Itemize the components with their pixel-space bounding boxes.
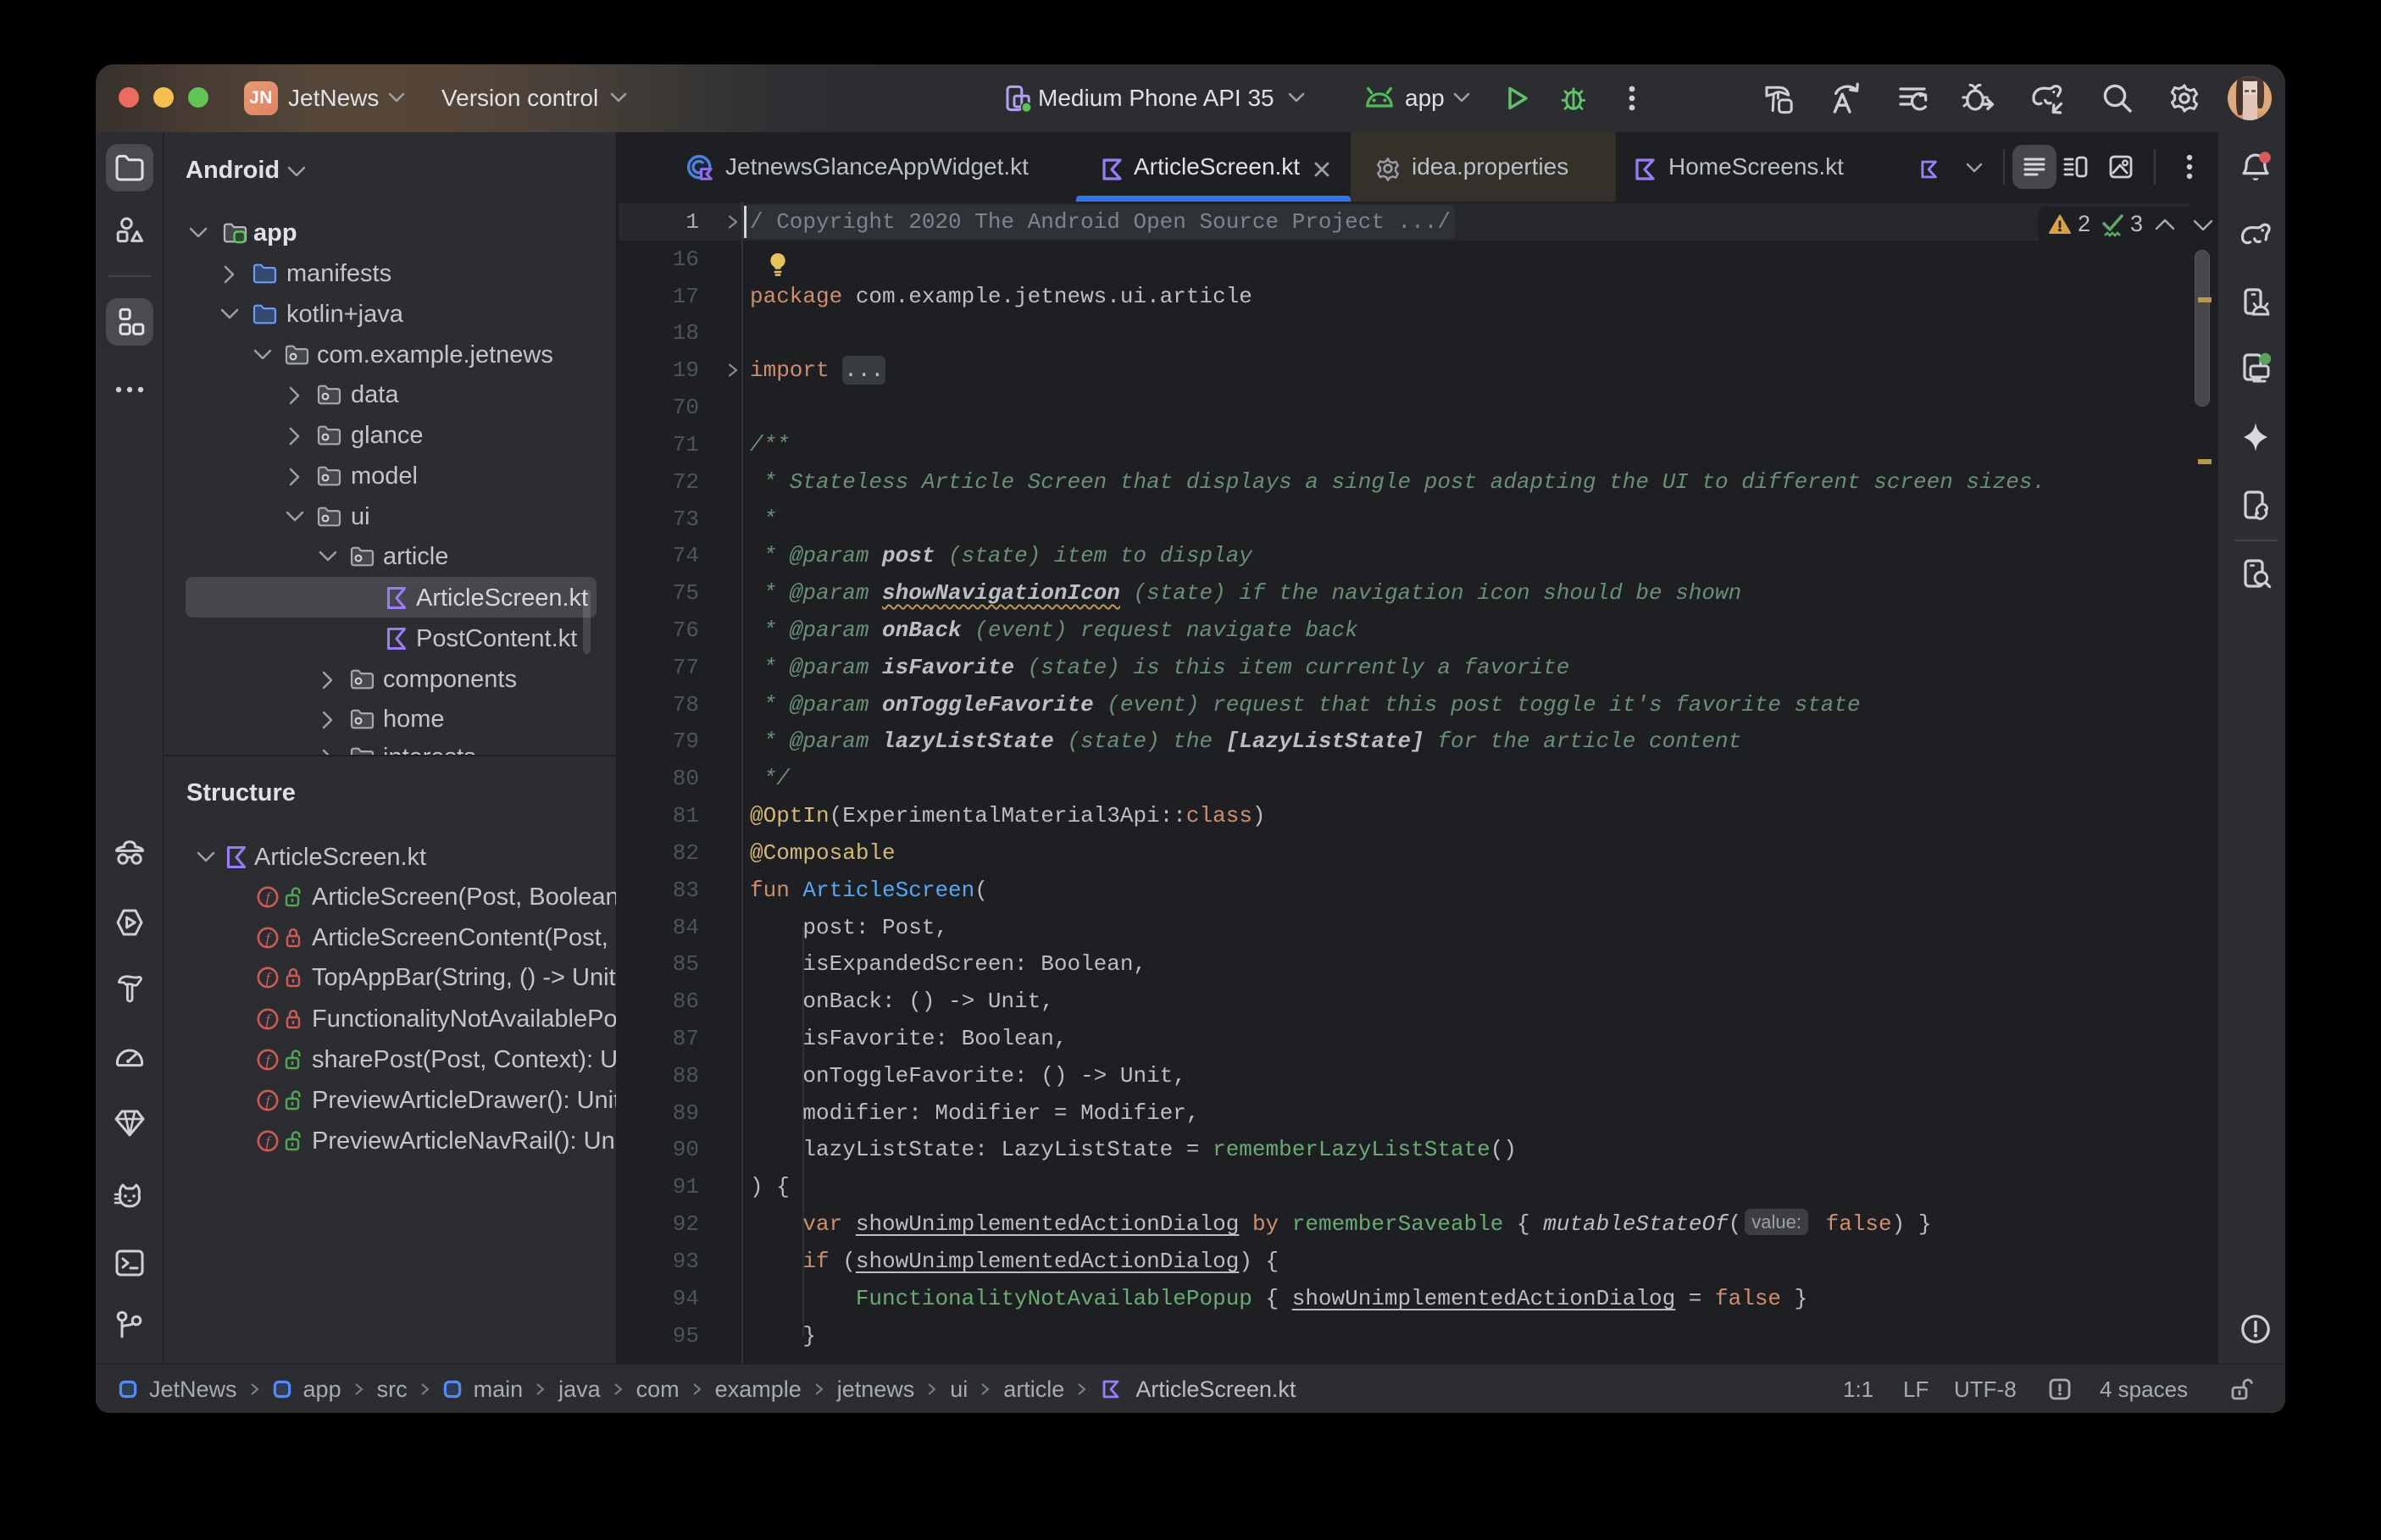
svg-text:f: f bbox=[265, 889, 272, 906]
svg-text:f: f bbox=[265, 1092, 272, 1109]
svg-text:f: f bbox=[265, 929, 272, 946]
svg-text:f: f bbox=[265, 1133, 272, 1149]
svg-text:f: f bbox=[265, 969, 272, 986]
svg-text:f: f bbox=[265, 1011, 272, 1028]
svg-text:f: f bbox=[265, 1051, 272, 1068]
